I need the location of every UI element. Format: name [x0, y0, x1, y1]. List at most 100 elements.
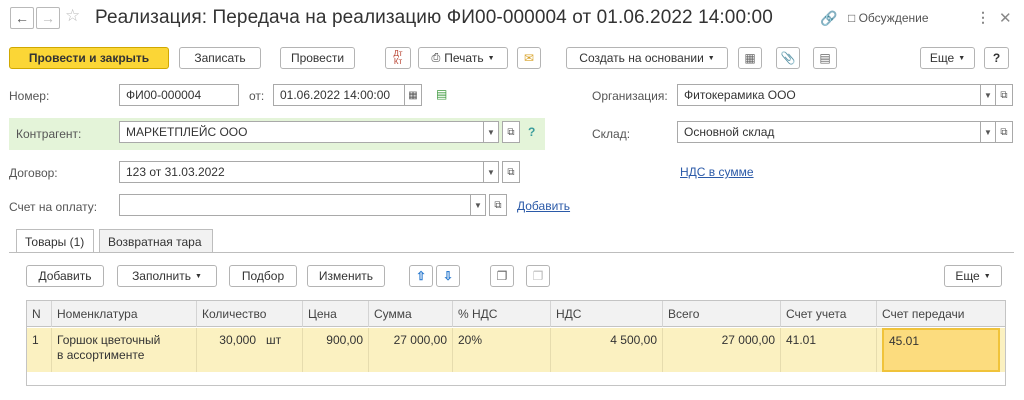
row-total[interactable]: 27 000,00 [663, 328, 781, 372]
paste-icon: ❐ [532, 269, 544, 283]
copy-button[interactable]: ❐ [490, 265, 514, 287]
invoice-dropdown[interactable]: ▼ [470, 194, 486, 216]
post-button[interactable]: Провести [280, 47, 355, 69]
invoice-open-button[interactable]: ⧉ [489, 194, 507, 216]
fill-label: Заполнить [132, 269, 191, 283]
paste-button[interactable]: ❐ [526, 265, 550, 287]
row-unit[interactable]: шт [261, 328, 303, 372]
more-button[interactable]: Еще ▼ [920, 47, 975, 69]
table-row[interactable]: 1 Горшок цветочный в ассортименте 30,000… [27, 328, 1005, 372]
column-header[interactable]: НДС [551, 301, 663, 327]
row-number: 1 [27, 328, 52, 372]
contract-open-button[interactable]: ⧉ [502, 161, 520, 183]
more-label: Еще [929, 51, 955, 65]
tab-returnable-packaging[interactable]: Возвратная тара [99, 229, 213, 253]
contractor-dropdown[interactable]: ▼ [483, 121, 499, 143]
row-vat[interactable]: 4 500,00 [551, 328, 663, 372]
row-sum[interactable]: 27 000,00 [369, 328, 453, 372]
column-header[interactable]: Счет учета [781, 301, 877, 327]
table-more-button[interactable]: Еще ▼ [944, 265, 1002, 287]
tab-divider [9, 252, 1014, 253]
move-down-button[interactable]: ⇩ [436, 265, 460, 287]
add-row-button[interactable]: Добавить [26, 265, 104, 287]
contract-field[interactable]: 123 от 31.03.2022 [119, 161, 484, 183]
chevron-down-icon: ▼ [984, 90, 992, 100]
chevron-down-icon: ▼ [983, 272, 991, 280]
email-button[interactable]: ✉ [517, 47, 541, 69]
column-header[interactable]: N [27, 301, 52, 327]
contractor-field[interactable]: МАРКЕТПЛЕЙС ООО [119, 121, 484, 143]
number-field[interactable]: ФИ00-000004 [119, 84, 239, 106]
column-header[interactable]: Номенклатура [52, 301, 197, 327]
close-icon[interactable]: ✕ [999, 9, 1012, 27]
open-form-icon: ⧉ [1000, 126, 1008, 138]
date-field[interactable]: 01.06.2022 14:00:00 [273, 84, 405, 106]
paperclip-icon: 📎 [780, 51, 796, 65]
chevron-down-icon: ▼ [487, 127, 495, 137]
chevron-down-icon: ▼ [958, 54, 966, 62]
row-quantity[interactable]: 30,000 [197, 328, 261, 372]
chevron-down-icon: ▼ [487, 167, 495, 177]
save-button[interactable]: Записать [179, 47, 261, 69]
report-button[interactable]: ▤ [813, 47, 837, 69]
warehouse-label: Склад: [592, 127, 631, 141]
row-vat-rate[interactable]: 20% [453, 328, 551, 372]
warehouse-dropdown[interactable]: ▼ [980, 121, 996, 143]
move-up-button[interactable]: ⇧ [409, 265, 433, 287]
goods-table: N Номенклатура Количество Цена Сумма % Н… [26, 300, 1006, 386]
arrow-down-icon: ⇩ [442, 269, 454, 283]
tab-goods[interactable]: Товары (1) [16, 229, 94, 253]
invoice-field[interactable] [119, 194, 471, 216]
warehouse-field[interactable]: Основной склад [677, 121, 981, 143]
structure-button[interactable]: ▦ [738, 47, 762, 69]
contractor-open-button[interactable]: ⧉ [502, 121, 520, 143]
warehouse-open-button[interactable]: ⧉ [995, 121, 1013, 143]
row-item[interactable]: Горшок цветочный в ассортименте [52, 328, 197, 372]
add-invoice-link[interactable]: Добавить [517, 199, 570, 213]
column-header[interactable]: Всего [663, 301, 781, 327]
organization-dropdown[interactable]: ▼ [980, 84, 996, 106]
pick-button[interactable]: Подбор [229, 265, 297, 287]
comment-icon: □ [848, 11, 856, 25]
dt-kt-button[interactable]: Дт Кт [385, 47, 411, 69]
attach-button[interactable]: 📎 [776, 47, 800, 69]
create-based-button[interactable]: Создать на основании ▼ [566, 47, 728, 69]
column-header[interactable]: Цена [303, 301, 369, 327]
forward-button[interactable]: → [36, 7, 60, 29]
print-button[interactable]: ⎙ Печать ▼ [418, 47, 508, 69]
organization-open-button[interactable]: ⧉ [995, 84, 1013, 106]
fill-button[interactable]: Заполнить ▼ [117, 265, 217, 287]
calendar-icon: ▦ [408, 89, 418, 101]
back-button[interactable]: ← [10, 7, 34, 29]
link-icon[interactable]: 🔗 [820, 10, 837, 27]
discussion-button[interactable]: □ Обсуждение [848, 11, 929, 25]
more-vertical-icon[interactable]: ⋮ [976, 9, 990, 26]
row-transfer-account[interactable]: 45.01 [882, 328, 1000, 372]
column-header[interactable]: Количество [197, 301, 303, 327]
chevron-down-icon: ▼ [984, 127, 992, 137]
row-price[interactable]: 900,00 [303, 328, 369, 372]
post-and-close-button[interactable]: Провести и закрыть [9, 47, 169, 69]
organization-field[interactable]: Фитокерамика ООО [677, 84, 981, 106]
contractor-help-icon[interactable]: ? [528, 125, 535, 139]
dt-kt-icon: Дт Кт [393, 49, 403, 66]
contract-dropdown[interactable]: ▼ [483, 161, 499, 183]
column-header[interactable]: Сумма [369, 301, 453, 327]
column-header[interactable]: Счет передачи [877, 301, 1005, 327]
print-label: Печать [444, 51, 484, 65]
change-button[interactable]: Изменить [307, 265, 385, 287]
arrow-left-icon: ← [15, 10, 29, 26]
favorite-star-icon[interactable]: ☆ [65, 6, 80, 26]
vat-link[interactable]: НДС в сумме [680, 165, 754, 179]
printer-icon: ⎙ [431, 51, 441, 64]
chevron-down-icon: ▼ [194, 272, 202, 280]
row-account[interactable]: 41.01 [781, 328, 877, 372]
help-button[interactable]: ? [984, 47, 1009, 69]
date-label: от: [249, 89, 265, 103]
post-status-icon[interactable]: ▤ [436, 87, 447, 101]
column-header[interactable]: % НДС [453, 301, 551, 327]
calendar-button[interactable]: ▦ [404, 84, 422, 106]
invoice-label: Счет на оплату: [9, 200, 98, 214]
arrow-up-icon: ⇧ [415, 269, 427, 283]
envelope-icon: ✉ [523, 51, 535, 65]
